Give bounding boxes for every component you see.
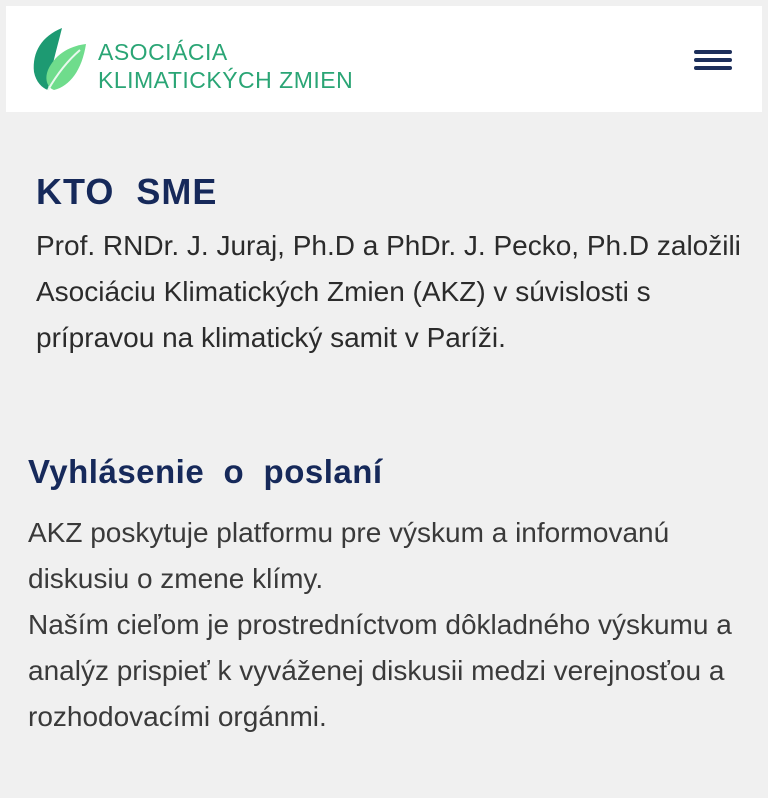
mission-heading: Vyhlásenie o poslaní [28, 453, 383, 490]
menu-bar-top [694, 50, 732, 54]
brand-line-1: ASOCIÁCIA [98, 39, 228, 65]
mission-paragraph-1: AKZ poskytuje platformu pre výskum a inf… [28, 517, 670, 594]
brand-line-2: KLIMATICKÝCH ZMIEN [98, 67, 354, 93]
leaf-logo-icon[interactable] [28, 22, 88, 94]
hamburger-menu-button[interactable] [690, 40, 736, 78]
page: ASOCIÁCIA KLIMATICKÝCH ZMIEN KTO SME Pro… [0, 0, 768, 798]
about-text: Prof. RNDr. J. Juraj, Ph.D a PhDr. J. Pe… [36, 230, 741, 353]
site-header: ASOCIÁCIA KLIMATICKÝCH ZMIEN [6, 6, 762, 112]
brand-name[interactable]: ASOCIÁCIA KLIMATICKÝCH ZMIEN [98, 38, 418, 94]
about-heading: KTO SME [36, 171, 218, 212]
mission-paragraph-2: Naším cieľom je prostredníctvom dôkladné… [28, 609, 732, 732]
menu-bar-middle [694, 58, 732, 62]
mission-text: AKZ poskytuje platformu pre výskum a inf… [28, 510, 758, 740]
next-section-heading-cutoff [34, 790, 164, 798]
menu-bar-bottom [694, 66, 732, 70]
